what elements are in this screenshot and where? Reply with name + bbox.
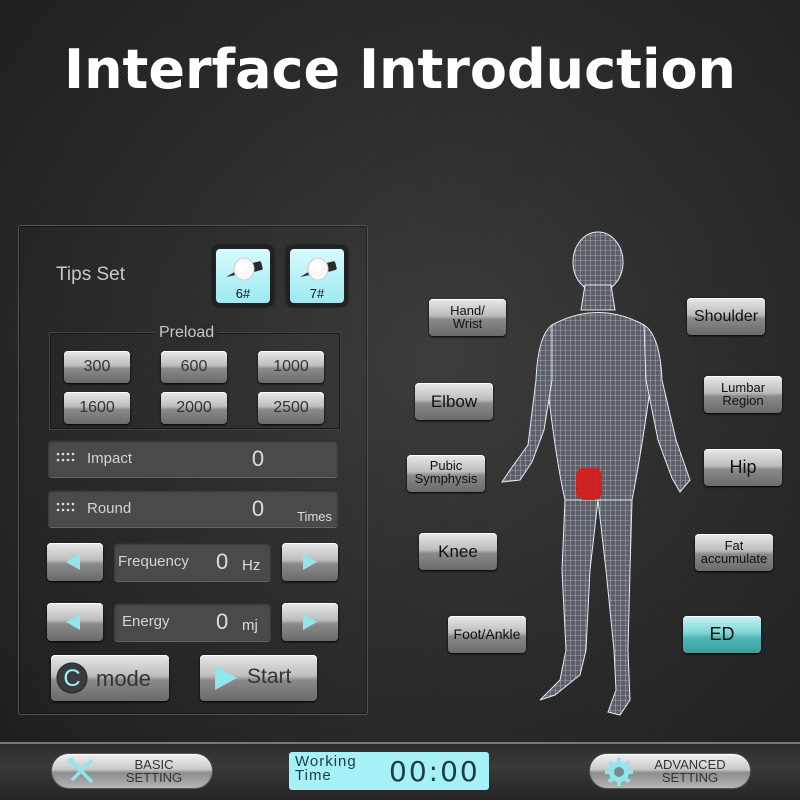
preload-2500-button[interactable]: 2500 xyxy=(258,392,324,424)
zone-label: Hand/ xyxy=(450,303,485,318)
triangle-left-icon xyxy=(66,614,80,630)
zone-lumbar-region-button[interactable]: Lumbar Region xyxy=(704,376,782,413)
energy-value: 0 xyxy=(216,609,229,634)
zone-ed-button[interactable]: ED xyxy=(683,616,761,653)
tip-6-button[interactable]: 6# xyxy=(213,246,273,306)
frequency-increase-button[interactable] xyxy=(282,543,338,581)
tip-label: 6# xyxy=(235,286,251,301)
triangle-right-icon xyxy=(303,614,317,630)
working-time-label-line2: Time xyxy=(295,767,332,784)
grip-dots-icon xyxy=(56,502,75,512)
triangle-right-icon xyxy=(303,554,317,570)
zone-hip-button[interactable]: Hip xyxy=(704,449,782,486)
probe-tip-icon xyxy=(226,257,263,281)
energy-unit: mj xyxy=(242,617,258,634)
frequency-unit: Hz xyxy=(242,557,261,574)
preload-1600-button[interactable]: 1600 xyxy=(64,392,130,424)
preload-label: Preload xyxy=(155,324,219,342)
frequency-value: 0 xyxy=(216,549,229,574)
round-field: Round 0 Times xyxy=(48,490,338,527)
zone-label: Wrist xyxy=(452,316,483,331)
round-value: 0 xyxy=(251,496,265,521)
page-title: Interface Introduction xyxy=(63,38,737,101)
frequency-decrease-button[interactable] xyxy=(47,543,103,581)
working-time-display: Working Time 00:00 xyxy=(289,752,489,790)
zone-elbow-button[interactable]: Elbow xyxy=(415,383,493,420)
impact-field: Impact 0 xyxy=(48,440,338,477)
preload-1000-button[interactable]: 1000 xyxy=(258,351,324,383)
impact-value: 0 xyxy=(251,446,265,471)
mode-label: mode xyxy=(96,666,152,691)
gear-icon xyxy=(605,758,633,786)
energy-decrease-button[interactable] xyxy=(47,603,103,641)
energy-label: Energy xyxy=(122,613,170,630)
zone-label: Fat xyxy=(724,538,744,553)
advanced-setting-line2: SETTING xyxy=(661,770,719,785)
grip-dots-icon xyxy=(56,452,75,462)
advanced-setting-button[interactable]: ADVANCED SETTING xyxy=(590,754,750,788)
zone-label: Symphysis xyxy=(414,471,478,486)
basic-setting-button[interactable]: BASIC SETTING xyxy=(52,754,212,788)
preload-600-button[interactable]: 600 xyxy=(161,351,227,383)
play-icon xyxy=(215,666,237,690)
zone-shoulder-button[interactable]: Shoulder xyxy=(687,298,765,335)
probe-tip-icon xyxy=(300,257,337,281)
wrench-screwdriver-icon xyxy=(68,758,93,783)
impact-label: Impact xyxy=(87,450,133,467)
basic-setting-line2: SETTING xyxy=(125,770,183,785)
round-label: Round xyxy=(87,500,132,517)
working-time-value: 00:00 xyxy=(389,755,480,788)
frequency-field: Frequency 0 Hz xyxy=(114,543,271,581)
energy-field: Energy 0 mj xyxy=(114,603,271,641)
start-label: Start xyxy=(247,665,292,688)
frequency-label: Frequency xyxy=(118,553,189,570)
preload-2000-button[interactable]: 2000 xyxy=(161,392,227,424)
zone-label: Pubic xyxy=(429,458,463,473)
energy-increase-button[interactable] xyxy=(282,603,338,641)
ed-region-highlight xyxy=(576,468,602,500)
zone-label: Region xyxy=(722,393,764,408)
tip-label: 7# xyxy=(309,286,325,301)
mode-button[interactable]: C mode xyxy=(51,655,169,701)
start-button[interactable]: Start xyxy=(200,655,317,701)
preload-300-button[interactable]: 300 xyxy=(64,351,130,383)
svg-text:C: C xyxy=(63,665,80,692)
tip-7-button[interactable]: 7# xyxy=(287,246,347,306)
round-unit: Times xyxy=(297,509,332,524)
zone-label: accumulate xyxy=(700,551,768,566)
tips-set-label: Tips Set xyxy=(56,264,125,285)
zone-pubic-symphysis-button[interactable]: Pubic Symphysis xyxy=(407,455,485,492)
zone-hand-wrist-button[interactable]: Hand/ Wrist xyxy=(429,299,506,336)
zone-label: Lumbar xyxy=(720,380,766,395)
zone-knee-button[interactable]: Knee xyxy=(419,533,497,570)
zone-foot-ankle-button[interactable]: Foot/Ankle xyxy=(448,616,526,653)
triangle-left-icon xyxy=(66,554,80,570)
mode-c-icon: C xyxy=(56,662,88,694)
zone-fat-accumulate-button[interactable]: Fat accumulate xyxy=(695,534,773,571)
